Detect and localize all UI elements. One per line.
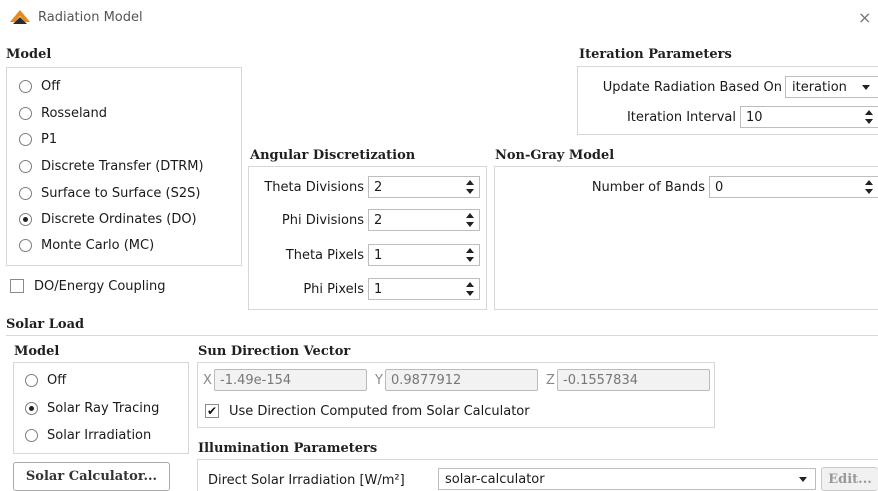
radio-label: Surface to Surface (S2S) [41,185,201,201]
radio-label: Discrete Ordinates (DO) [41,211,197,227]
radio-button-selected[interactable] [25,401,38,415]
illumination-heading: Illumination Parameters [198,441,378,456]
ansys-logo-icon [10,10,30,24]
number-of-bands-spinner[interactable]: 0 [709,176,878,198]
angular-heading: Angular Discretization [250,148,416,163]
radio-button[interactable] [19,186,32,200]
radio-label: Discrete Transfer (DTRM) [41,158,204,174]
chevron-down-icon[interactable] [862,85,870,90]
spinner-arrows-icon[interactable] [465,212,475,228]
theta-divisions-spinner[interactable]: 2 [368,176,480,198]
radio-button[interactable] [25,428,38,442]
spinner-value[interactable]: 1 [374,248,382,263]
radio-button[interactable] [19,106,32,120]
use-solar-calculator-checkbox[interactable]: ✔ Use Direction Computed from Solar Calc… [205,401,530,421]
theta-divisions-label: Theta Divisions [264,180,364,195]
radio-label: Solar Irradiation [47,427,152,443]
radio-label: Off [41,78,61,94]
radio-model-mc[interactable]: Monte Carlo (MC) [19,235,154,255]
phi-divisions-label: Phi Divisions [281,213,364,228]
radio-button[interactable] [19,79,32,93]
radio-model-s2s[interactable]: Surface to Surface (S2S) [19,183,200,203]
radio-label: Monte Carlo (MC) [41,237,155,253]
sun-z-label: Z [546,373,555,388]
sun-x-label: X [203,373,212,388]
dropdown-value[interactable]: solar-calculator [445,472,545,487]
radio-label: P1 [41,131,58,147]
radio-solar-off[interactable]: Off [25,370,66,390]
sun-y-field[interactable]: 0.9877912 [385,369,538,391]
iteration-heading: Iteration Parameters [579,47,732,62]
update-radiation-dropdown[interactable]: iteration [785,76,878,98]
solar-calculator-button[interactable]: Solar Calculator... [13,462,170,491]
phi-pixels-label: Phi Pixels [303,282,364,297]
solar-model-heading: Model [14,344,60,359]
checkbox-label: DO/Energy Coupling [34,278,166,294]
sun-z-field[interactable]: -0.1557834 [557,369,710,391]
do-energy-coupling-checkbox[interactable]: DO/Energy Coupling [10,276,166,296]
checkmark-icon[interactable]: ✔ [205,404,219,418]
spinner-value[interactable]: 0 [715,180,723,195]
spinner-arrows-icon[interactable] [465,281,475,297]
radio-button[interactable] [19,132,32,146]
spinner-arrows-icon[interactable] [465,247,475,263]
model-group: Off Rosseland P1 Discrete Transfer (DTRM… [6,67,242,266]
checkbox-label: Use Direction Computed from Solar Calcul… [229,403,530,419]
spinner-value[interactable]: 10 [746,110,763,125]
sun-x-field[interactable]: -1.49e-154 [214,369,367,391]
iteration-interval-label: Iteration Interval [626,110,736,125]
radio-model-do[interactable]: Discrete Ordinates (DO) [19,209,197,229]
radio-button[interactable] [19,238,32,252]
chevron-down-icon[interactable] [799,477,807,482]
spinner-value[interactable]: 2 [374,180,382,195]
spinner-arrows-icon[interactable] [864,179,874,195]
radio-solar-ray-tracing[interactable]: Solar Ray Tracing [25,398,159,418]
number-of-bands-label: Number of Bands [591,180,705,195]
spinner-value[interactable]: 2 [374,213,382,228]
sun-direction-heading: Sun Direction Vector [198,344,351,359]
model-heading: Model [6,47,52,62]
spinner-arrows-icon[interactable] [465,179,475,195]
phi-divisions-spinner[interactable]: 2 [368,209,480,231]
nongray-heading: Non-Gray Model [495,148,615,163]
radio-button[interactable] [19,159,32,173]
direct-solar-irradiation-dropdown[interactable]: solar-calculator [438,468,816,490]
radio-button-selected[interactable] [19,212,32,226]
theta-pixels-spinner[interactable]: 1 [368,244,480,266]
update-radiation-label: Update Radiation Based On [602,80,782,95]
direct-solar-irradiation-label: Direct Solar Irradiation [W/m²] [208,473,405,488]
checkbox[interactable] [10,279,24,293]
radio-model-p1[interactable]: P1 [19,129,57,149]
solar-load-heading: Solar Load [6,317,85,332]
radio-model-dtrm[interactable]: Discrete Transfer (DTRM) [19,156,204,176]
dropdown-value[interactable]: iteration [792,80,847,95]
radio-label: Solar Ray Tracing [47,400,160,416]
radio-label: Off [47,372,67,388]
iteration-interval-spinner[interactable]: 10 [740,106,878,128]
solar-load-divider [6,335,878,336]
phi-pixels-spinner[interactable]: 1 [368,278,480,300]
radio-model-rosseland[interactable]: Rosseland [19,103,107,123]
spinner-arrows-icon[interactable] [864,109,874,125]
spinner-value[interactable]: 1 [374,282,382,297]
sun-y-label: Y [375,373,383,388]
radio-solar-irradiation[interactable]: Solar Irradiation [25,425,151,445]
close-icon[interactable]: × [858,8,871,27]
solar-model-group: Off Solar Ray Tracing Solar Irradiation [13,362,189,454]
window-title: Radiation Model [38,10,143,25]
radio-label: Rosseland [41,105,108,121]
radio-model-off[interactable]: Off [19,76,60,96]
edit-button[interactable]: Edit... [821,467,878,491]
theta-pixels-label: Theta Pixels [285,248,364,263]
radio-button[interactable] [25,373,38,387]
